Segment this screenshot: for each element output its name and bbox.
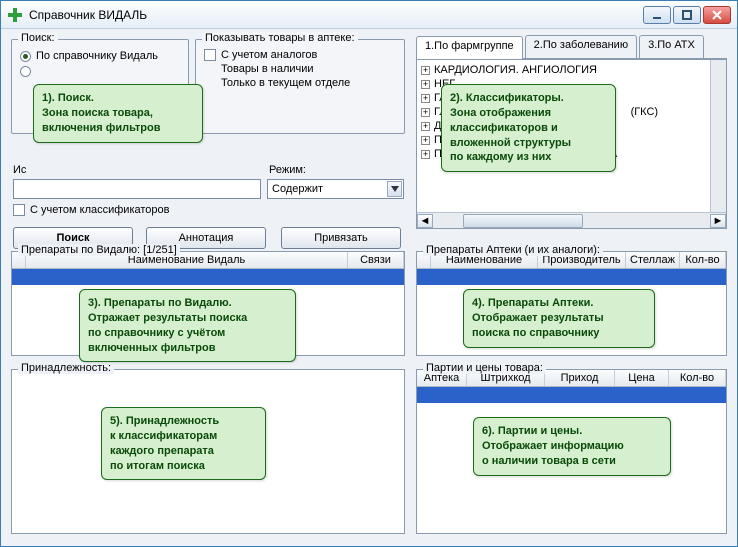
radio-label: По справочнику Видаль — [36, 50, 158, 62]
radio-option-2[interactable] — [12, 64, 188, 79]
callout-belong: 5). Принадлежность к классификаторам каж… — [101, 407, 266, 480]
tree-horizontal-scrollbar[interactable]: ◄ ► — [417, 212, 726, 228]
maximize-button[interactable] — [673, 6, 701, 24]
callout-search: 1). Поиск. Зона поиска товара, включения… — [33, 84, 203, 143]
apteka-grid-title: Препараты Аптеки (и их аналоги): — [423, 244, 603, 256]
search-group-label: Поиск: — [18, 32, 58, 44]
source-label: Ис — [13, 164, 26, 176]
app-icon — [7, 7, 23, 23]
close-button[interactable] — [703, 6, 731, 24]
bind-button[interactable]: Привязать — [281, 227, 401, 249]
chevron-down-icon — [387, 181, 402, 197]
callout-party: 6). Партии и цены. Отображает информацию… — [473, 417, 671, 476]
classifier-tabs: 1.По фармгруппе 2.По заболеванию 3.По АТ… — [416, 35, 727, 59]
expand-icon[interactable]: + — [421, 80, 430, 89]
scroll-thumb[interactable] — [463, 214, 583, 228]
tab-atc[interactable]: 3.По АТХ — [639, 35, 704, 58]
check-classifiers[interactable]: С учетом классификаторов — [13, 204, 170, 216]
expand-icon[interactable]: + — [421, 94, 430, 103]
selected-row[interactable] — [12, 269, 404, 285]
scroll-left-icon[interactable]: ◄ — [417, 214, 433, 228]
col-links[interactable]: Связи — [348, 252, 404, 268]
search-input[interactable] — [13, 179, 261, 199]
expand-icon[interactable]: + — [421, 108, 430, 117]
window-title: Справочник ВИДАЛЬ — [29, 8, 643, 22]
vidal-grid-title: Препараты по Видалю: [1/251] — [18, 244, 180, 256]
show-group-label: Показывать товары в аптеке: — [202, 32, 358, 44]
selected-row[interactable] — [417, 269, 726, 285]
tree-vertical-scrollbar[interactable] — [710, 60, 726, 212]
radio-by-vidal[interactable]: По справочнику Видаль — [12, 48, 188, 64]
selected-row[interactable] — [417, 387, 726, 403]
callout-vidal: 3). Препараты по Видалю. Отражает резуль… — [79, 289, 296, 362]
expand-icon[interactable]: + — [421, 122, 430, 131]
scroll-right-icon[interactable]: ► — [710, 214, 726, 228]
party-grid-title: Партии и цены товара: — [423, 362, 546, 374]
tree-item: +КАРДИОЛОГИЯ. АНГИОЛОГИЯ — [421, 63, 722, 77]
expand-icon[interactable]: + — [421, 150, 430, 159]
show-group: Показывать товары в аптеке: С учетом ана… — [195, 39, 405, 134]
app-window: Справочник ВИДАЛЬ Поиск: По справочнику … — [0, 0, 738, 547]
check-instock[interactable]: Товары в наличии — [196, 62, 404, 76]
belong-grid-title: Принадлежность: — [18, 362, 114, 374]
tab-pharm-group[interactable]: 1.По фармгруппе — [416, 36, 523, 59]
check-current-dept[interactable]: Только в текущем отделе — [196, 76, 404, 90]
titlebar: Справочник ВИДАЛЬ — [1, 1, 737, 29]
check-analogs[interactable]: С учетом аналогов — [196, 48, 404, 62]
minimize-button[interactable] — [643, 6, 671, 24]
expand-icon[interactable]: + — [421, 136, 430, 145]
callout-apteka: 4). Препараты Аптеки. Отображает результ… — [463, 289, 655, 348]
callout-classifiers: 2). Классификаторы. Зона отображения кла… — [441, 84, 616, 172]
expand-icon[interactable]: + — [421, 66, 430, 75]
mode-value: Содержит — [272, 183, 323, 195]
mode-label: Режим: — [269, 164, 306, 176]
tab-disease[interactable]: 2.По заболеванию — [525, 35, 637, 58]
mode-select[interactable]: Содержит — [267, 179, 404, 199]
